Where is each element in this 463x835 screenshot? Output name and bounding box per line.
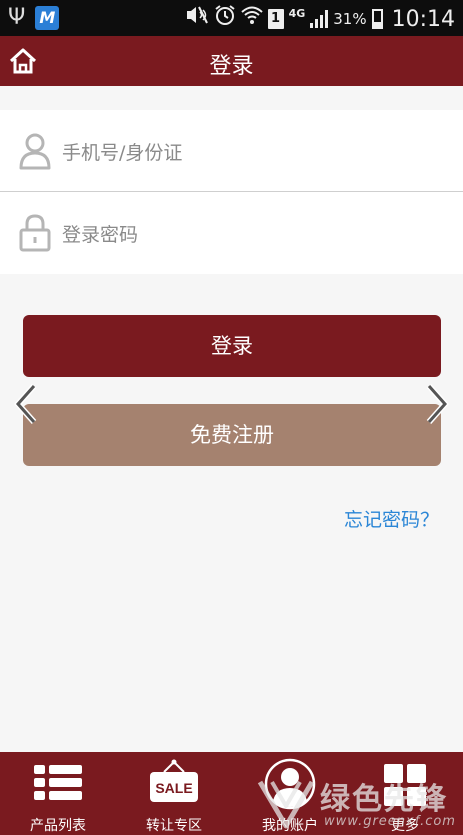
signal-icon — [310, 10, 329, 28]
sale-tag-icon: SALE — [150, 759, 198, 802]
login-button[interactable]: 登录 — [23, 315, 441, 377]
title-bar: 登录 — [0, 36, 463, 86]
login-form: 手机号/身份证 登录密码 — [0, 110, 463, 274]
user-icon — [264, 758, 316, 810]
battery-percent: 31% — [333, 10, 367, 28]
user-icon — [19, 133, 51, 170]
sale-badge-text: SALE — [155, 780, 192, 796]
bottom-tab-bar: 产品列表 SALE 转让专区 我的账户 更多 — [0, 752, 463, 835]
tab-more[interactable]: 更多 — [347, 752, 463, 835]
mute-icon — [185, 5, 209, 33]
tab-my-account[interactable]: 我的账户 — [232, 752, 348, 835]
wifi-icon — [240, 5, 263, 33]
app-m-icon: M — [35, 6, 60, 30]
password-input[interactable]: 登录密码 — [0, 192, 463, 274]
grid-icon — [384, 764, 426, 806]
alarm-icon — [214, 4, 236, 34]
password-placeholder: 登录密码 — [62, 223, 139, 246]
sim-icon: 1 — [267, 9, 284, 29]
next-arrow-button[interactable] — [423, 382, 451, 426]
list-icon — [34, 765, 82, 800]
chevron-left-icon — [13, 384, 37, 424]
tab-label: 我的账户 — [262, 818, 318, 834]
tab-label: 更多 — [391, 818, 419, 834]
forgot-password-link[interactable]: 忘记密码？ — [344, 505, 439, 532]
account-placeholder: 手机号/身份证 — [62, 141, 183, 164]
status-bar: Ψ M 1 4G 31% 10:14 — [0, 0, 463, 36]
usb-icon: Ψ — [8, 5, 26, 30]
status-right: 1 4G 31% 10:14 — [185, 4, 455, 34]
lock-icon — [19, 214, 51, 252]
page-title: 登录 — [209, 54, 254, 79]
register-button[interactable]: 免费注册 — [23, 404, 441, 466]
prev-arrow-button[interactable] — [12, 382, 40, 426]
clock: 10:14 — [391, 6, 455, 32]
network-type: 4G — [288, 6, 306, 20]
tab-transfer-zone[interactable]: SALE 转让专区 — [116, 752, 232, 835]
tab-label: 转让专区 — [146, 818, 202, 834]
tab-label: 产品列表 — [30, 818, 86, 834]
chevron-right-icon — [426, 384, 450, 424]
account-input[interactable]: 手机号/身份证 — [0, 110, 463, 192]
battery-icon — [371, 9, 383, 29]
status-left: Ψ M — [8, 5, 60, 30]
tab-product-list[interactable]: 产品列表 — [0, 752, 116, 835]
